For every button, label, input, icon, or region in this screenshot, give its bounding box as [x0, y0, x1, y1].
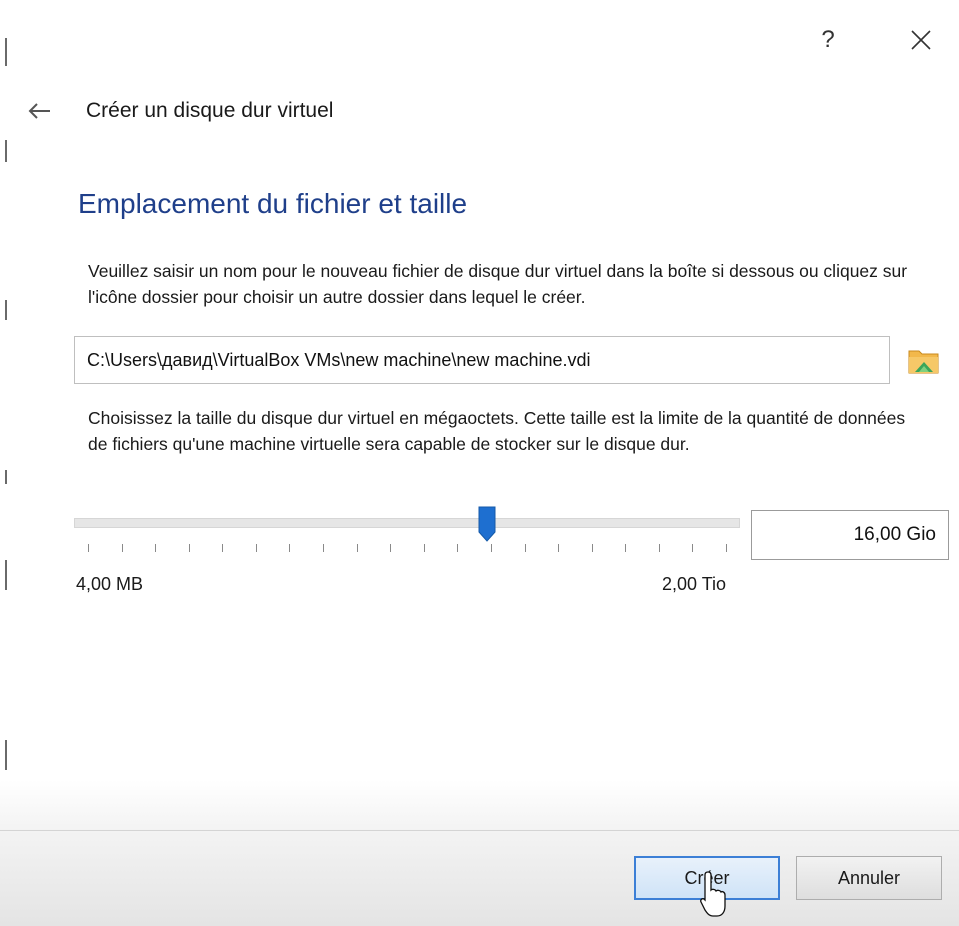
slider-tick	[88, 544, 89, 552]
create-virtual-disk-dialog: ? Créer un disque dur virtuel Emplacemen…	[0, 0, 959, 926]
disk-size-slider[interactable]	[74, 504, 740, 552]
slider-tick	[390, 544, 392, 552]
slider-tick	[323, 544, 325, 552]
close-icon	[911, 30, 931, 50]
slider-max-label: 2,00 Tio	[662, 574, 727, 594]
section-title: Emplacement du fichier et taille	[78, 188, 468, 219]
slider-tick	[356, 544, 358, 552]
slider-min-label: 4,00 MB	[76, 574, 144, 594]
slider-tick	[658, 544, 660, 552]
slider-tick	[155, 544, 157, 552]
slider-track	[74, 518, 740, 528]
wizard-title: Créer un disque dur virtuel	[86, 99, 334, 122]
slider-tick	[692, 544, 694, 552]
slider-handle[interactable]	[478, 506, 496, 542]
help-label: ?	[821, 26, 835, 53]
close-button[interactable]	[903, 22, 939, 58]
slider-tick	[524, 544, 526, 552]
footer-divider	[0, 830, 959, 831]
create-button[interactable]: Créer	[634, 856, 780, 900]
slider-tick	[222, 544, 224, 552]
file-path-input[interactable]	[74, 336, 890, 384]
slider-tick	[121, 544, 123, 552]
cancel-button[interactable]: Annuler	[796, 856, 942, 900]
slider-tick	[558, 544, 560, 552]
back-button[interactable]	[26, 96, 56, 126]
choose-folder-button[interactable]	[904, 340, 944, 380]
location-description: Veuillez saisir un nom pour le nouveau f…	[88, 261, 908, 307]
dialog-footer	[0, 780, 959, 926]
folder-icon	[908, 350, 939, 374]
slider-tick	[255, 544, 257, 552]
slider-tick	[457, 544, 459, 552]
slider-tick	[188, 544, 190, 552]
slider-tick	[289, 544, 291, 552]
help-button[interactable]: ?	[810, 22, 846, 58]
size-description: Choisissez la taille du disque dur virtu…	[88, 408, 906, 454]
disk-size-input[interactable]	[751, 510, 949, 560]
slider-tick	[490, 544, 492, 552]
slider-tick	[726, 544, 727, 552]
arrow-left-icon	[28, 103, 50, 119]
slider-tick	[423, 544, 425, 552]
slider-tick	[625, 544, 627, 552]
slider-tick	[591, 544, 593, 552]
